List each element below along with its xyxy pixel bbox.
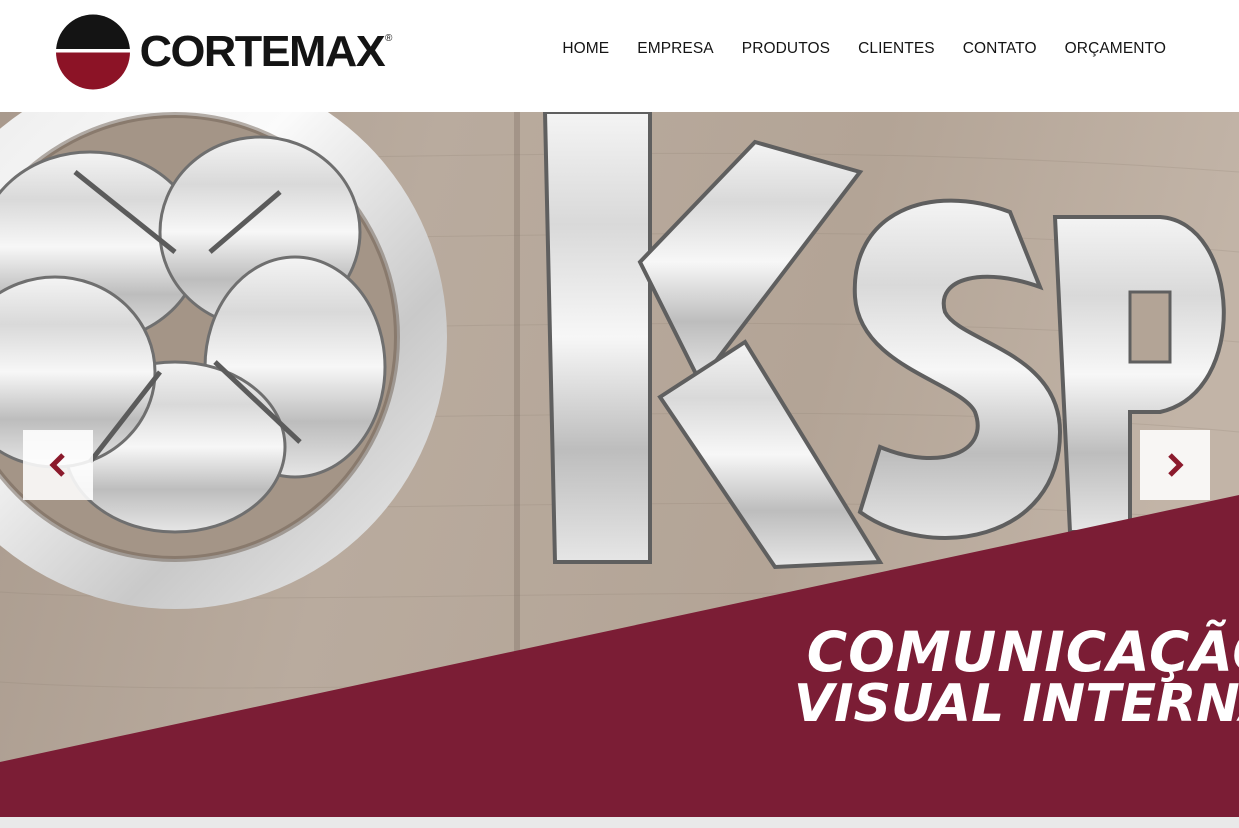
nav-clientes[interactable]: CLIENTES	[858, 40, 935, 60]
cortemax-logo-icon	[56, 14, 130, 90]
page-bottom-strip	[0, 817, 1239, 828]
nav-produtos[interactable]: PRODUTOS	[742, 40, 830, 60]
nav-home[interactable]: HOME	[562, 40, 609, 60]
slide-caption: COMUNICAÇÃO VISUAL INTERNA	[720, 620, 1239, 735]
cortemax-logo[interactable]: CORTEMAX	[56, 14, 386, 90]
caption-line-1: COMUNICAÇÃO	[806, 620, 1239, 684]
logo-wordmark: CORTEMAX	[139, 27, 386, 76]
nav-empresa[interactable]: EMPRESA	[637, 40, 714, 60]
nav-orcamento[interactable]: ORÇAMENTO	[1065, 40, 1166, 60]
chevron-right-icon	[1168, 453, 1184, 477]
site-header: CORTEMAX ® HOME EMPRESA PRODUTOS CLIENTE…	[0, 0, 1239, 112]
nav-contato[interactable]: CONTATO	[963, 40, 1037, 60]
main-nav: HOME EMPRESA PRODUTOS CLIENTES CONTATO O…	[562, 40, 1166, 60]
registered-mark: ®	[385, 33, 393, 44]
chevron-left-icon	[49, 453, 65, 477]
slider-prev-button[interactable]	[23, 430, 93, 500]
hero-slider: COMUNICAÇÃO VISUAL INTERNA	[0, 112, 1239, 817]
caption-line-2: VISUAL INTERNA	[793, 674, 1239, 735]
slider-next-button[interactable]	[1140, 430, 1210, 500]
